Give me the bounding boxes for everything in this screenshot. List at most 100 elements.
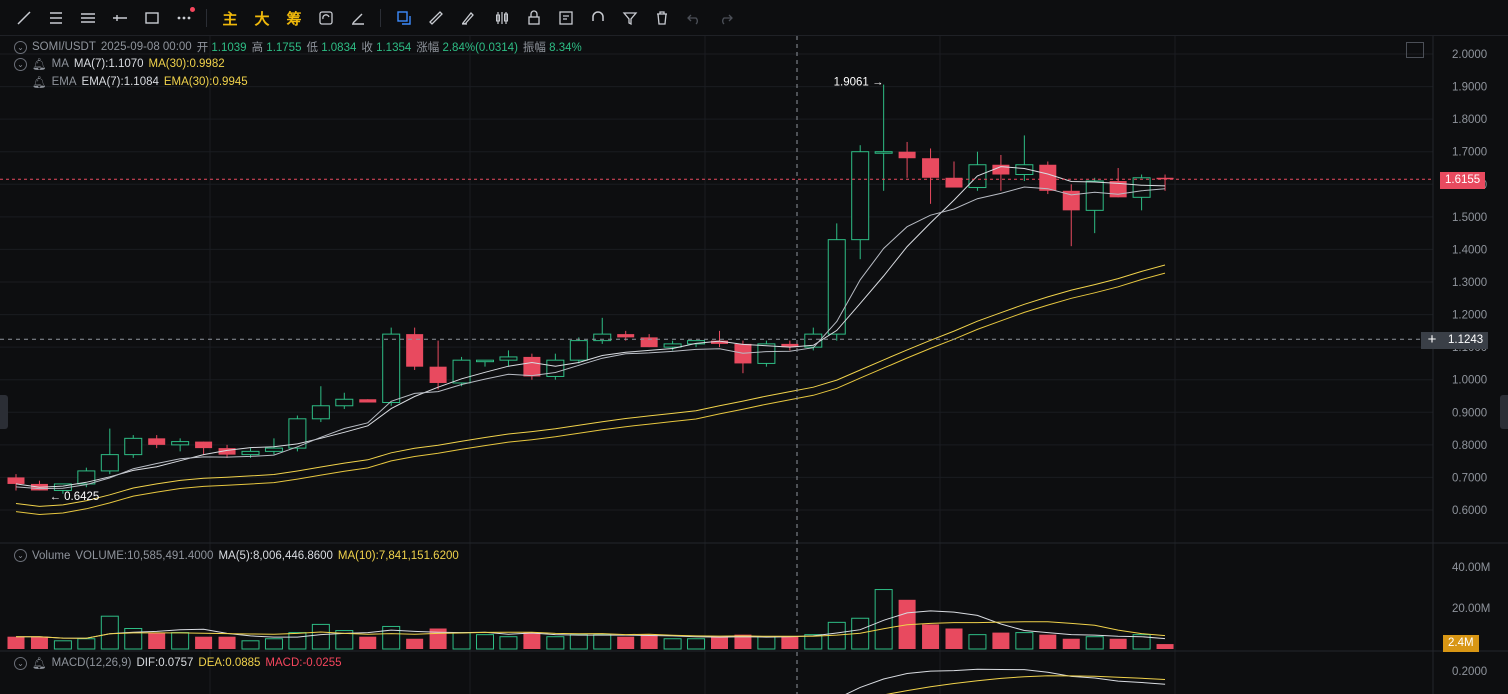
ma-info-row: ⌄ 🔔︎ MA MA(7):1.1070 MA(30):0.9982	[14, 57, 225, 71]
volume-bar	[992, 632, 1010, 649]
volume-bar	[593, 634, 612, 650]
candle-body	[1132, 177, 1151, 198]
drawing-toolbar: 主 大 筹	[0, 0, 1508, 36]
volume-bar	[523, 632, 541, 649]
volume-bar	[1062, 638, 1080, 649]
ema30-line	[15, 272, 1166, 516]
horizontal-lines-tool-icon[interactable]	[44, 6, 68, 30]
volume-bar	[359, 636, 377, 649]
volume-bar	[757, 636, 776, 650]
collapse-icon[interactable]: ⌄	[14, 57, 27, 71]
volume-bar	[476, 634, 494, 650]
layers-icon[interactable]	[392, 6, 416, 30]
volume-bar	[1109, 638, 1127, 649]
toolbar-divider	[380, 9, 381, 27]
volume-bar	[1156, 644, 1174, 649]
bell-icon[interactable]: 🔔︎	[32, 656, 47, 670]
volume-bar	[546, 636, 565, 650]
toolbar-divider	[206, 9, 207, 27]
macd-hist-value: MACD:-0.0255	[265, 657, 342, 669]
candle-body	[452, 359, 471, 384]
volume-bar	[148, 632, 166, 649]
volume-value: VOLUME:10,585,491.4000	[75, 549, 214, 562]
volume-bar	[406, 638, 424, 649]
candle-datetime: 2025-09-08 00:00	[100, 41, 192, 53]
candle-body	[663, 343, 682, 348]
volume-label[interactable]: Volume	[32, 550, 70, 562]
low-annotation: ← 0.6425	[49, 491, 99, 503]
volume-bar	[1015, 632, 1034, 650]
magic-pen-icon[interactable]	[346, 6, 370, 30]
ma7-value: MA(7):1.1070	[73, 58, 144, 70]
collapse-icon[interactable]: ⌄	[14, 40, 27, 54]
open-label: 开	[196, 42, 209, 54]
price-axis-tick: 1.0000	[1452, 375, 1487, 387]
volume-bar	[711, 636, 728, 649]
bell-icon[interactable]: 🔔︎	[32, 75, 47, 89]
rectangle-tool-icon[interactable]	[140, 6, 164, 30]
volume-bar	[663, 638, 682, 650]
candle-body	[617, 334, 635, 338]
volume-bar	[569, 634, 588, 650]
macd-dea-line	[885, 675, 1166, 694]
collapse-icon[interactable]: ⌄	[14, 656, 27, 670]
ma30-line	[15, 264, 1166, 507]
ema-label[interactable]: EMA	[52, 76, 77, 88]
ma30-value: MA(30):0.9982	[148, 58, 225, 70]
volume-bar	[617, 636, 635, 649]
volume-bar	[922, 624, 940, 649]
chip-distribution-button[interactable]: 筹	[282, 6, 306, 30]
ma7-line	[15, 166, 1166, 488]
candle-body	[7, 477, 25, 484]
symbol-label: SOMI/USDT	[32, 41, 96, 53]
volume-bar	[241, 640, 260, 650]
macd-label[interactable]: MACD(12,26,9)	[52, 657, 132, 669]
candles-icon[interactable]	[490, 6, 514, 30]
candle-body	[171, 441, 190, 446]
candle-body	[429, 366, 447, 383]
redo-icon[interactable]	[714, 6, 738, 30]
volume-bar	[218, 636, 236, 649]
marker-icon[interactable]	[456, 6, 480, 30]
candle-body	[827, 239, 846, 335]
lock-icon[interactable]	[522, 6, 546, 30]
more-tools-icon[interactable]	[172, 6, 196, 30]
candle-body	[523, 356, 541, 377]
large-order-button[interactable]: 大	[250, 6, 274, 30]
ma-label[interactable]: MA	[52, 58, 69, 70]
left-collapse-handle[interactable]	[0, 395, 8, 429]
volume-info-row: ⌄ Volume VOLUME:10,585,491.4000 MA(5):8,…	[14, 549, 459, 562]
add-alert-plus-icon[interactable]: +	[1421, 332, 1443, 349]
macd-dif-line	[845, 668, 1166, 694]
ema-info-row: 🔔︎ EMA EMA(7):1.1084 EMA(30):0.9945	[14, 75, 248, 89]
price-axis-tick: 0.8000	[1452, 440, 1487, 452]
parallel-channel-tool-icon[interactable]	[76, 6, 100, 30]
change-label: 涨幅	[416, 42, 440, 54]
horizontal-ray-tool-icon[interactable]	[108, 6, 132, 30]
collapse-icon[interactable]: ⌄	[14, 549, 27, 562]
main-indicator-button[interactable]: 主	[218, 6, 242, 30]
candle-body	[1085, 180, 1104, 211]
volume-bar	[264, 638, 283, 650]
magnet-icon[interactable]	[586, 6, 610, 30]
refresh-icon[interactable]	[314, 6, 338, 30]
fullscreen-icon[interactable]	[1406, 42, 1424, 58]
crosshair-price-tag: 1.1243	[1443, 332, 1489, 349]
amplitude-value: 8.34%	[549, 42, 582, 54]
right-collapse-handle[interactable]	[1500, 395, 1508, 429]
note-icon[interactable]	[554, 6, 578, 30]
trash-icon[interactable]	[650, 6, 674, 30]
bell-icon[interactable]: 🔔︎	[32, 57, 47, 71]
volume-bar	[100, 615, 119, 650]
candlestick-chart[interactable]: 2.00001.90001.80001.70001.60001.50001.40…	[0, 36, 1508, 694]
undo-icon[interactable]	[682, 6, 706, 30]
high-label: 高	[251, 42, 264, 54]
price-axis-tick: 1.8000	[1452, 114, 1487, 126]
chart-area[interactable]: 2.00001.90001.80001.70001.60001.50001.40…	[0, 36, 1508, 694]
candle-body	[851, 151, 870, 241]
candle-body	[264, 447, 283, 452]
volume-bar	[452, 632, 471, 650]
filter-icon[interactable]	[618, 6, 642, 30]
trend-line-tool-icon[interactable]	[12, 6, 36, 30]
ruler-icon[interactable]	[424, 6, 448, 30]
